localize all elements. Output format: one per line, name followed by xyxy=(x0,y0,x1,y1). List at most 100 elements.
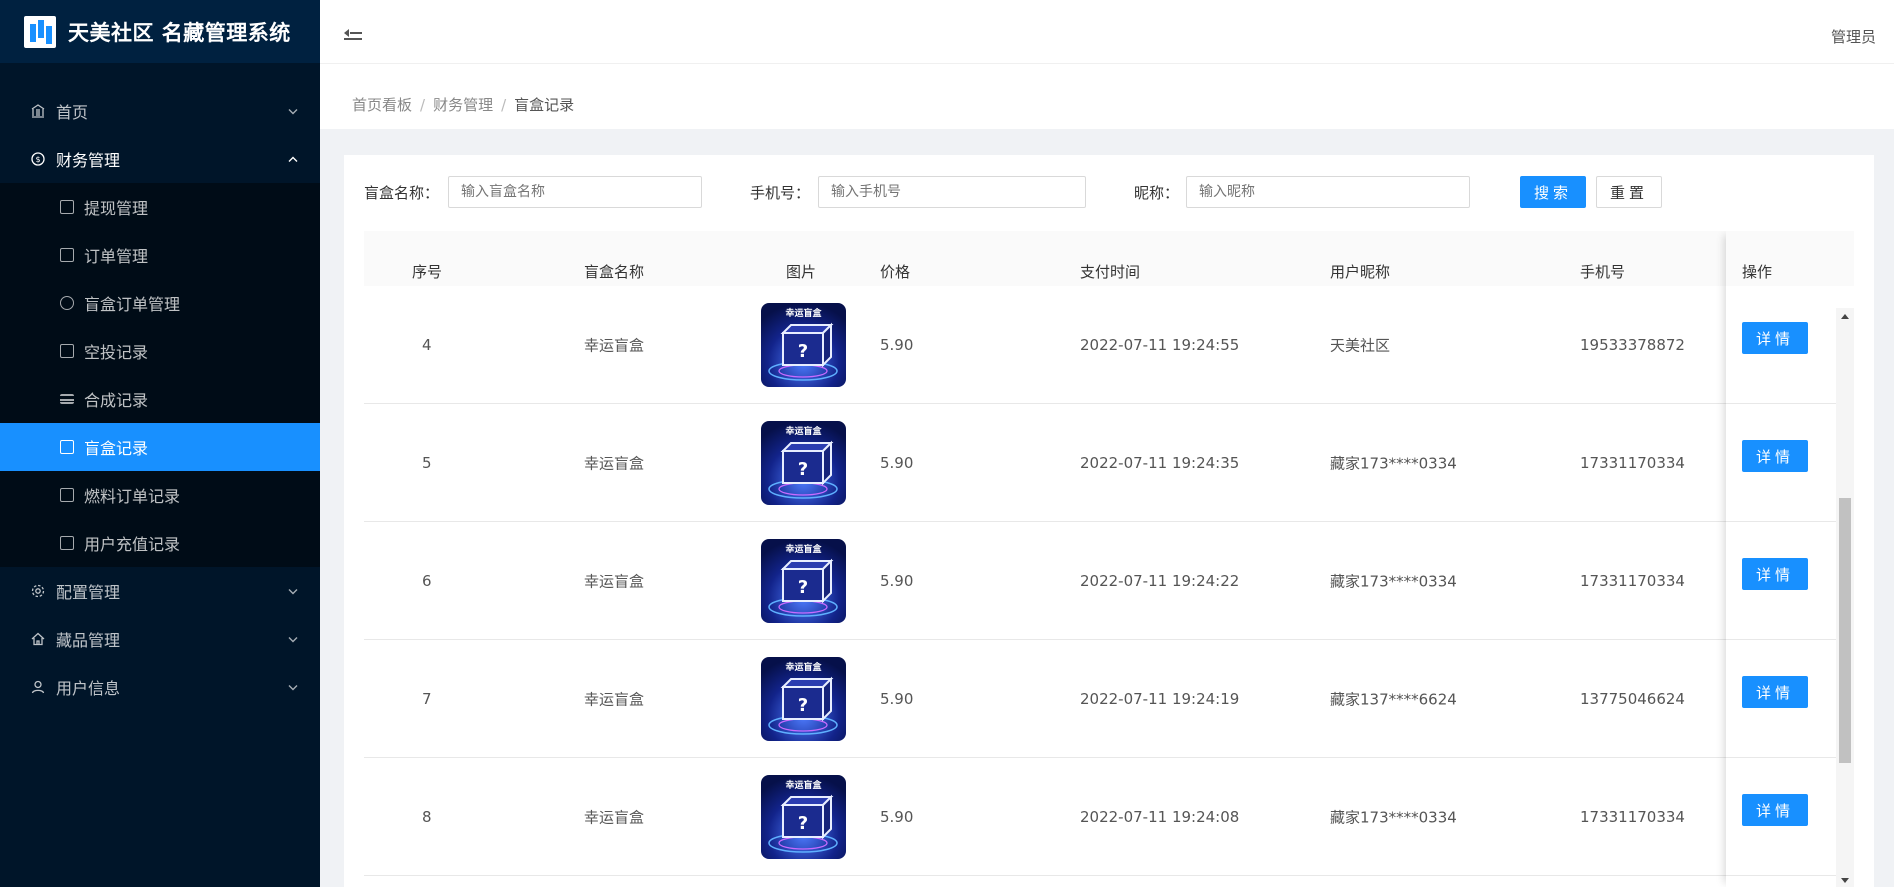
detail-button[interactable]: 详情 xyxy=(1742,558,1808,590)
breadcrumb-item-dashboard[interactable]: 首页看板 xyxy=(352,96,412,114)
scroll-down-icon[interactable] xyxy=(1841,878,1849,883)
sidebar-item-users[interactable]: 用户信息 xyxy=(0,663,320,711)
col-index: 序号 xyxy=(412,263,443,281)
sidebar-item-orders[interactable]: 订单管理 xyxy=(0,231,320,279)
sidebar-item-label: 空投记录 xyxy=(84,343,149,362)
detail-button[interactable]: 详情 xyxy=(1742,322,1808,354)
table-row: 7 幸运盲盒 5.90 2022-07-11 19:24:19 藏家137****662… xyxy=(364,640,1854,758)
sidebar: 天美社区 名藏管理系统 首页 $ 财务管理 提现管理 订单管理 盲盒订单管理 空… xyxy=(0,0,320,887)
breadcrumb-separator: / xyxy=(501,96,507,114)
col-pay-time: 支付时间 xyxy=(1080,263,1141,281)
sidebar-menu: 首页 $ 财务管理 提现管理 订单管理 盲盒订单管理 空投记录 合成记录 盲盒记… xyxy=(0,63,320,711)
sidebar-item-recharge[interactable]: 用户充值记录 xyxy=(0,519,320,567)
thumbnail-caption: 幸运盲盒 xyxy=(785,544,822,555)
dollar-circle-icon xyxy=(60,296,74,310)
detail-button[interactable]: 详情 xyxy=(1742,794,1808,826)
chevron-down-icon xyxy=(288,680,298,695)
cell-box-name: 幸运盲盒 xyxy=(584,808,645,826)
sidebar-item-collections[interactable]: 藏品管理 xyxy=(0,615,320,663)
cell-phone: 17331170334 xyxy=(1580,807,1685,826)
sidebar-item-config[interactable]: 配置管理 xyxy=(0,567,320,615)
cell-price: 5.90 xyxy=(880,807,914,826)
cell-index: 5 xyxy=(422,453,432,472)
breadcrumb: 首页看板 / 财务管理 / 盲盒记录 xyxy=(352,94,574,115)
phone-label: 手机号： xyxy=(750,184,811,202)
scroll-thumb[interactable] xyxy=(1839,498,1851,763)
blindbox-thumbnail[interactable]: ? 幸运盲盒 xyxy=(761,774,846,859)
table-row: 4 幸运盲盒 5.90 2022-07-11 19:24:55 天美社区 19533378… xyxy=(364,286,1854,404)
sidebar-item-home[interactable]: 首页 xyxy=(0,87,320,135)
records-table: 序号 盲盒名称 图片 价格 支付时间 用户昵称 手机号 操作 4 幸运盲盒 5.90… xyxy=(364,231,1854,887)
col-nickname: 用户昵称 xyxy=(1330,263,1391,281)
blindbox-thumbnail[interactable]: ? 幸运盲盒 xyxy=(761,420,846,505)
detail-button[interactable]: 详情 xyxy=(1742,440,1808,472)
col-actions: 操作 xyxy=(1742,263,1773,281)
sidebar-item-label: 提现管理 xyxy=(84,199,149,218)
svg-text:?: ? xyxy=(798,577,808,598)
chevron-down-icon xyxy=(288,632,298,647)
cell-index: 6 xyxy=(422,571,432,590)
cell-index: 8 xyxy=(422,807,432,826)
content-card: 盲盒名称： 手机号： 昵称： 搜索 重置 序号 盲盒名称 图片 价格 支付时间 … xyxy=(344,155,1874,887)
blindbox-thumbnail[interactable]: ? 幸运盲盒 xyxy=(761,538,846,623)
col-image: 图片 xyxy=(786,263,817,281)
top-header: 管理员 xyxy=(320,0,1894,63)
finance-submenu: 提现管理 订单管理 盲盒订单管理 空投记录 合成记录 盲盒记录 燃料订单记录 用… xyxy=(0,183,320,567)
blindbox-thumbnail[interactable]: ? 幸运盲盒 xyxy=(761,656,846,741)
search-button[interactable]: 搜索 xyxy=(1520,176,1586,208)
col-box-name: 盲盒名称 xyxy=(584,263,645,281)
nickname-label: 昵称： xyxy=(1134,184,1180,202)
search-form: 盲盒名称： 手机号： 昵称： 搜索 重置 xyxy=(364,176,1854,208)
cell-index: 7 xyxy=(422,689,432,708)
sidebar-item-finance[interactable]: $ 财务管理 xyxy=(0,135,320,183)
sidebar-item-label: 财务管理 xyxy=(56,151,121,170)
bank-icon xyxy=(30,103,46,119)
cell-pay-time: 2022-07-11 19:24:22 xyxy=(1080,571,1240,590)
sidebar-item-airdrop[interactable]: 空投记录 xyxy=(0,327,320,375)
table-row: 8 幸运盲盒 5.90 2022-07-11 19:24:08 藏家173****033… xyxy=(364,758,1854,876)
table-scrollbar[interactable] xyxy=(1836,308,1854,887)
sidebar-item-withdraw[interactable]: 提现管理 xyxy=(0,183,320,231)
cell-nickname: 藏家173****0334 xyxy=(1330,808,1457,826)
app-title: 天美社区 名藏管理系统 xyxy=(68,20,291,45)
sidebar-item-label: 用户信息 xyxy=(56,679,121,698)
cell-nickname: 天美社区 xyxy=(1330,336,1391,354)
setting-icon xyxy=(30,583,46,599)
menu-fold-icon[interactable] xyxy=(344,26,362,40)
sidebar-item-blindbox-records[interactable]: 盲盒记录 xyxy=(0,423,320,471)
sidebar-item-fuel-orders[interactable]: 燃料订单记录 xyxy=(0,471,320,519)
svg-text:?: ? xyxy=(798,695,808,716)
read-icon xyxy=(60,344,74,358)
breadcrumb-item-finance[interactable]: 财务管理 xyxy=(433,96,493,114)
svg-text:?: ? xyxy=(798,813,808,834)
home-icon xyxy=(30,631,46,647)
logo-area[interactable]: 天美社区 名藏管理系统 xyxy=(0,0,320,63)
sidebar-item-blindbox-orders[interactable]: 盲盒订单管理 xyxy=(0,279,320,327)
detail-button[interactable]: 详情 xyxy=(1742,676,1808,708)
sidebar-item-label: 首页 xyxy=(56,103,89,122)
sidebar-item-synthesis[interactable]: 合成记录 xyxy=(0,375,320,423)
user-icon xyxy=(30,679,46,695)
cell-price: 5.90 xyxy=(880,689,914,708)
nickname-input[interactable] xyxy=(1186,176,1470,208)
thumbnail-caption: 幸运盲盒 xyxy=(785,426,822,437)
sidebar-item-label: 用户充值记录 xyxy=(84,535,181,554)
cell-price: 5.90 xyxy=(880,335,914,354)
box-name-input[interactable] xyxy=(448,176,702,208)
cell-pay-time: 2022-07-11 19:24:08 xyxy=(1080,807,1240,826)
table-row: 5 幸运盲盒 5.90 2022-07-11 19:24:35 藏家173****033… xyxy=(364,404,1854,522)
sidebar-item-label: 盲盒记录 xyxy=(84,439,149,458)
user-menu[interactable]: 管理员 xyxy=(1831,26,1876,47)
blindbox-thumbnail[interactable]: ? 幸运盲盒 xyxy=(761,302,846,387)
cell-phone: 13775046624 xyxy=(1580,689,1685,708)
scroll-up-icon[interactable] xyxy=(1841,314,1849,319)
sidebar-item-label: 盲盒订单管理 xyxy=(84,295,181,314)
cell-nickname: 藏家137****6624 xyxy=(1330,690,1457,708)
svg-text:?: ? xyxy=(798,459,808,480)
cell-price: 5.90 xyxy=(880,453,914,472)
svg-text:$: $ xyxy=(35,155,40,164)
cell-box-name: 幸运盲盒 xyxy=(584,690,645,708)
table-icon xyxy=(60,536,74,550)
reset-button[interactable]: 重置 xyxy=(1596,176,1662,208)
phone-input[interactable] xyxy=(818,176,1086,208)
